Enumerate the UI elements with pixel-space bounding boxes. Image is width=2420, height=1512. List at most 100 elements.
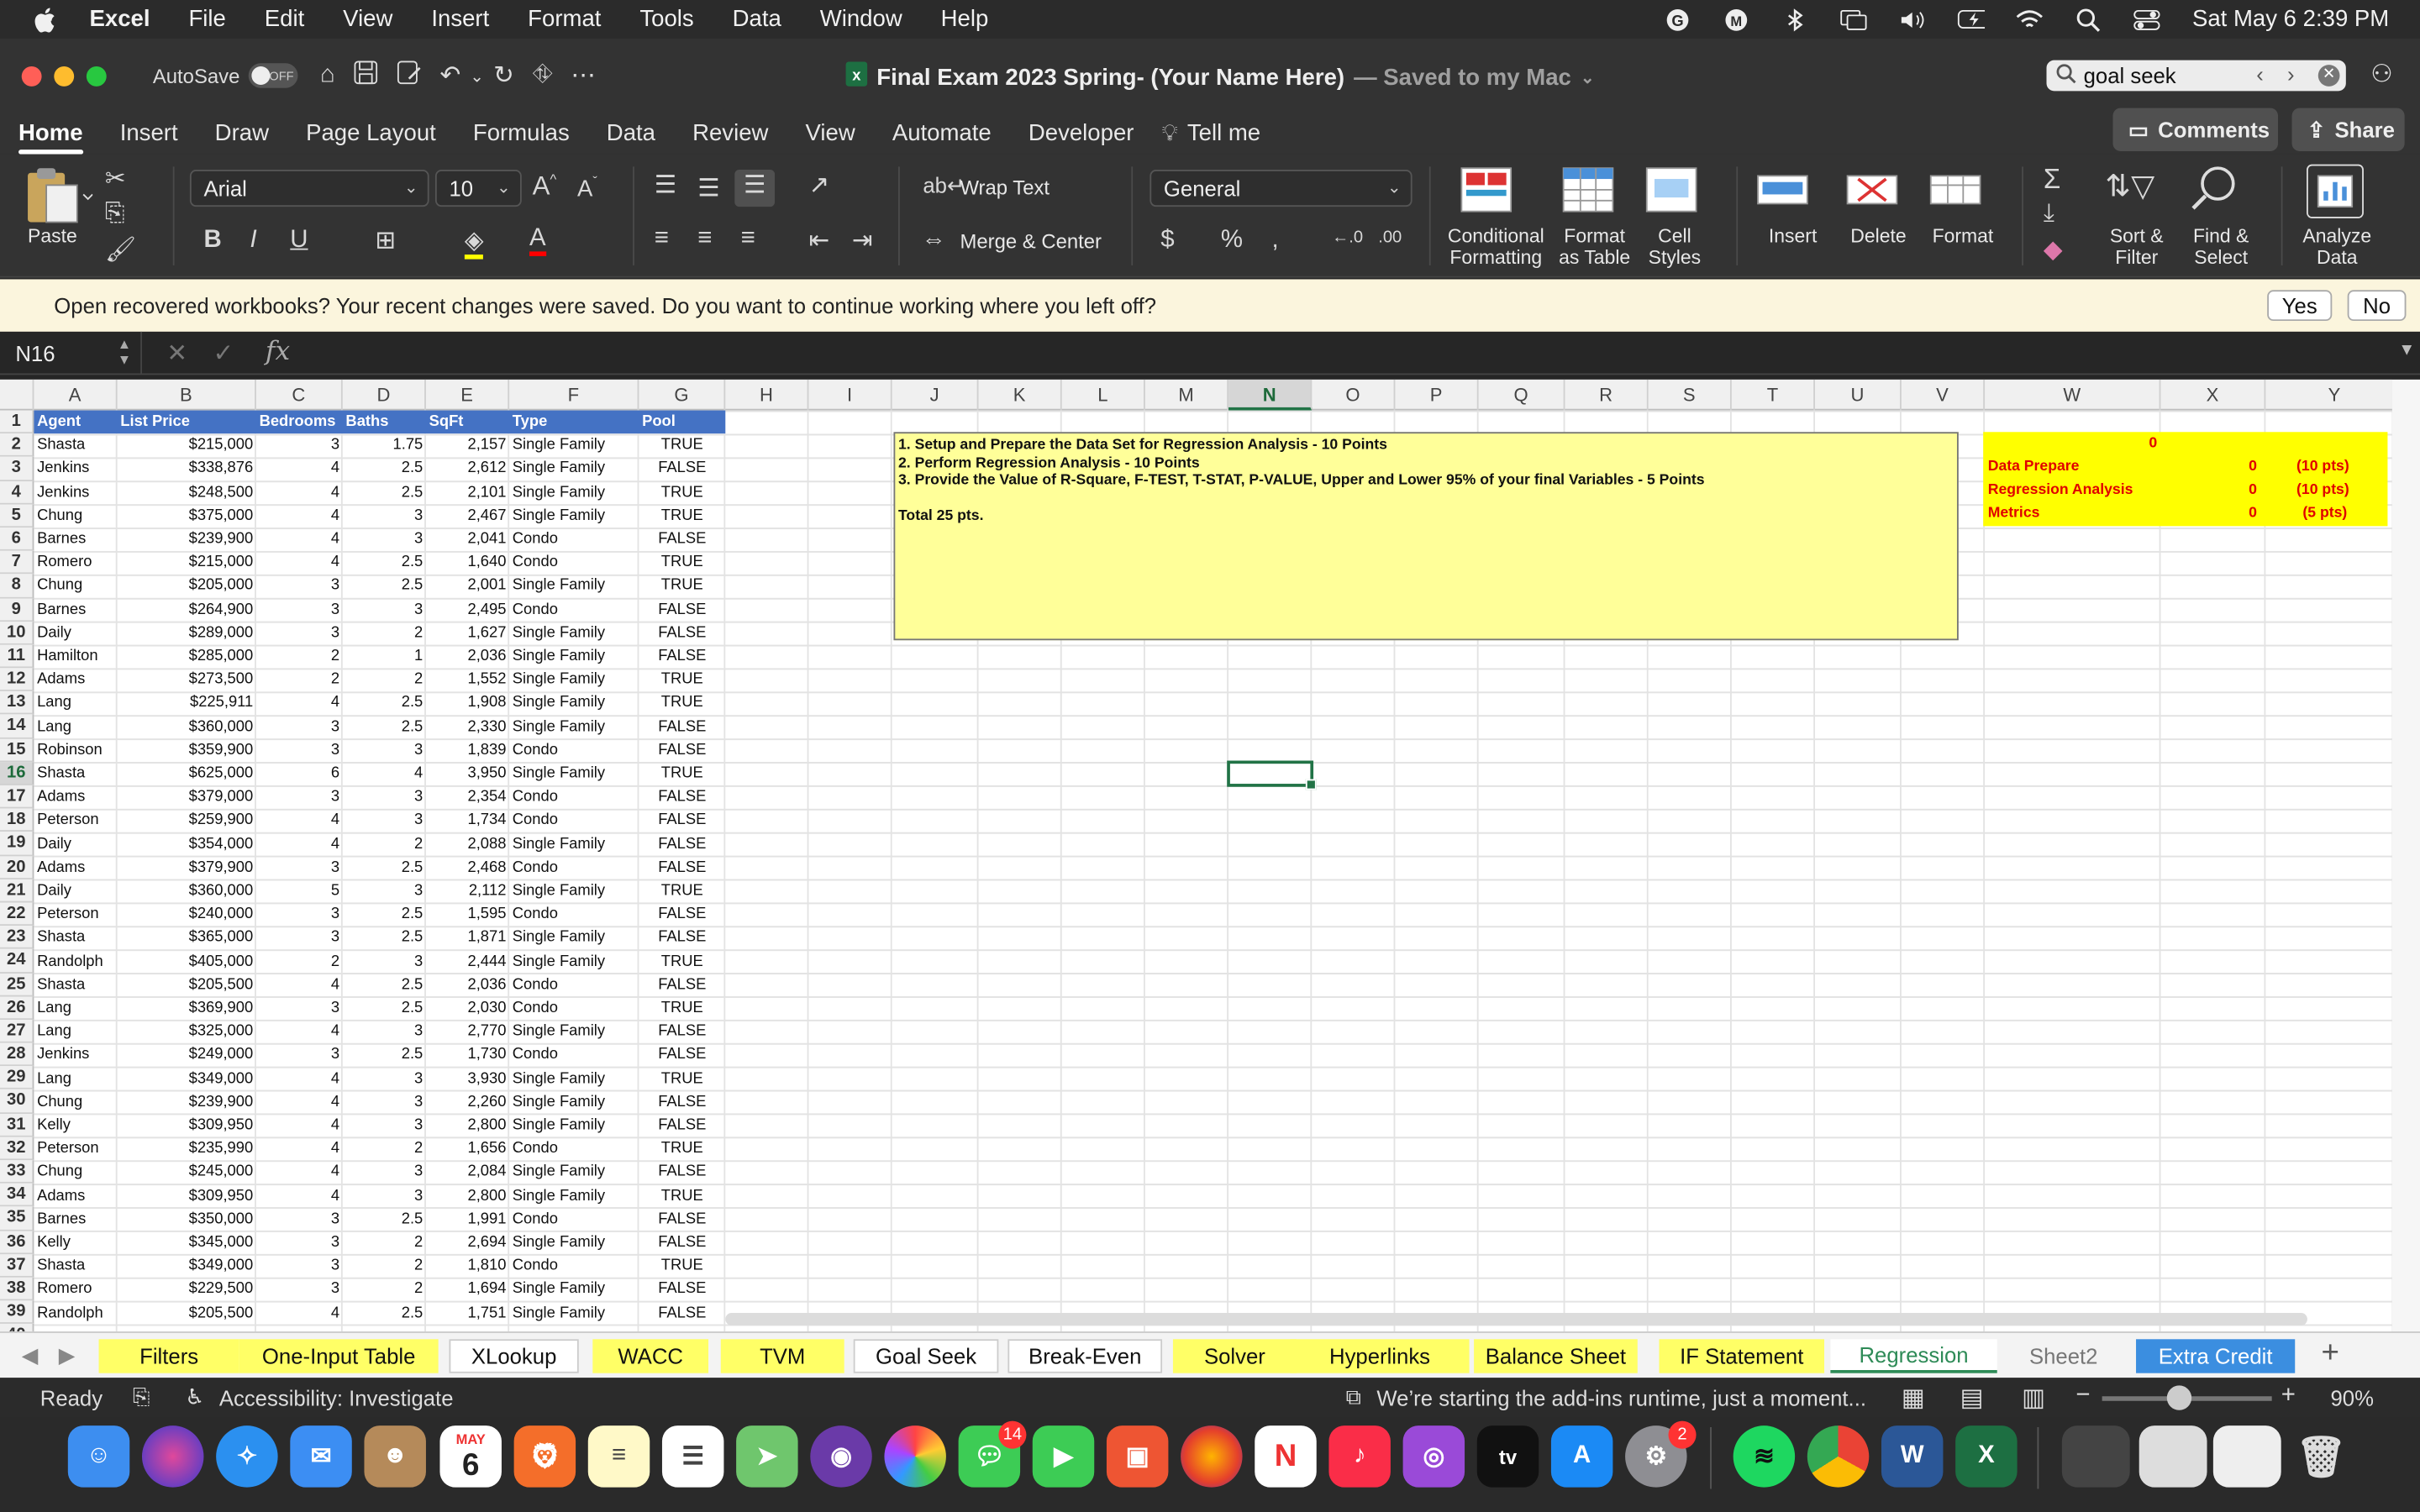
sort-filter-button[interactable]: Sort & Filter (2110, 225, 2164, 268)
column-header-t[interactable]: T (1732, 379, 1816, 411)
table-row[interactable]: Daily $360,000 5 3 2,112 Single Family TRUE (34, 879, 725, 903)
table-row[interactable]: Barnes $239,900 4 3 2,041 Condo FALSE (34, 528, 725, 551)
customize-icon[interactable]: ⛗ (533, 61, 553, 89)
cell[interactable]: 2.5 (343, 974, 426, 997)
cell[interactable]: 4 (256, 457, 343, 480)
row-header[interactable]: 21 (0, 879, 34, 903)
cell[interactable]: $215,000 (118, 551, 256, 575)
comma-format-icon[interactable]: , (1271, 227, 1278, 255)
column-header-n[interactable]: N (1228, 379, 1313, 411)
excel-icon[interactable]: X (1955, 1425, 2018, 1488)
menu-insert[interactable]: Insert (431, 0, 489, 39)
column-header-j[interactable]: J (892, 379, 979, 411)
bold-icon[interactable]: B (203, 227, 221, 255)
tab-formulas[interactable]: Formulas (473, 120, 570, 146)
cell[interactable]: 2,800 (426, 1184, 509, 1208)
cell[interactable]: $349,000 (118, 1255, 256, 1278)
column-header-f[interactable]: F (509, 379, 639, 411)
cell[interactable]: FALSE (639, 927, 725, 950)
sheet-tab-wacc[interactable]: WACC (592, 1339, 709, 1373)
chrome-icon[interactable] (1807, 1425, 1870, 1488)
tab-insert[interactable]: Insert (120, 120, 178, 146)
cell[interactable]: 2.5 (343, 1208, 426, 1231)
table-row[interactable]: Shasta $625,000 6 4 3,950 Single Family TRUE (34, 762, 725, 785)
cell[interactable]: 4 (256, 692, 343, 716)
align-bottom-icon[interactable]: ☰ (734, 170, 776, 207)
cell[interactable]: Jenkins (34, 1043, 117, 1067)
sheet-tab-filters[interactable]: Filters (98, 1339, 239, 1373)
cell[interactable]: $379,000 (118, 785, 256, 809)
cell[interactable]: FALSE (639, 715, 725, 738)
cell[interactable]: 4 (256, 504, 343, 528)
cell[interactable]: Condo (509, 974, 639, 997)
save-icon[interactable] (354, 60, 378, 92)
table-row[interactable]: Peterson $235,990 4 2 1,656 Condo TRUE (34, 1137, 725, 1161)
cell[interactable]: Single Family (509, 1067, 639, 1090)
cell[interactable]: $259,900 (118, 809, 256, 832)
cell[interactable]: FALSE (639, 856, 725, 879)
safari-icon[interactable]: ✧ (216, 1425, 278, 1488)
cell[interactable]: Condo (509, 1255, 639, 1278)
cell[interactable]: 3 (256, 1208, 343, 1231)
table-row[interactable]: Kelly $309,950 4 3 2,800 Single Family FALSE (34, 1114, 725, 1137)
sheet-tab-break-even[interactable]: Break-Even (1007, 1339, 1163, 1373)
save-as-icon[interactable] (397, 60, 421, 92)
undo-dropdown-icon[interactable]: ⌄ (470, 66, 484, 86)
cell[interactable]: Single Family (509, 645, 639, 669)
chevron-down-icon[interactable]: ⌄ (1581, 67, 1595, 87)
cell[interactable]: TRUE (639, 480, 725, 504)
battery-icon[interactable] (1958, 7, 1986, 31)
cell[interactable]: Adams (34, 669, 117, 692)
cell[interactable]: TRUE (639, 879, 725, 903)
row-header[interactable]: 29 (0, 1066, 34, 1090)
sheet-tab-one-input-table[interactable]: One-Input Table (239, 1339, 439, 1373)
siri-icon[interactable] (141, 1425, 204, 1488)
row-header[interactable]: 40 (0, 1324, 34, 1332)
music-icon[interactable]: ♪ (1328, 1425, 1391, 1488)
cell[interactable]: 3 (256, 927, 343, 950)
cell[interactable]: 1,810 (426, 1255, 509, 1278)
insert-function-icon[interactable]: fx (266, 336, 290, 367)
cell[interactable]: 3 (343, 598, 426, 622)
cell[interactable]: 2.5 (343, 903, 426, 927)
cell[interactable]: 1,552 (426, 669, 509, 692)
cell[interactable]: 2 (256, 645, 343, 669)
close-window-button[interactable] (21, 66, 42, 86)
cell[interactable]: 3 (343, 528, 426, 551)
tab-developer[interactable]: Developer (1028, 120, 1134, 146)
cell[interactable]: Daily (34, 832, 117, 856)
tell-me-search[interactable]: Tell me (1187, 120, 1260, 146)
cell[interactable]: FALSE (639, 457, 725, 480)
cell[interactable]: Adams (34, 785, 117, 809)
cell[interactable]: 2,030 (426, 997, 509, 1021)
share-button[interactable]: ⇪ Share (2291, 108, 2405, 152)
cell[interactable]: Single Family (509, 504, 639, 528)
facetime-icon[interactable]: ▶ (1032, 1425, 1095, 1488)
reminders-icon[interactable]: ☰ (661, 1425, 724, 1488)
cell[interactable]: 2,444 (426, 950, 509, 974)
cell[interactable]: 2 (256, 669, 343, 692)
cell[interactable]: 2,101 (426, 480, 509, 504)
row-header[interactable]: 19 (0, 832, 34, 856)
align-center-icon[interactable]: ≡ (697, 225, 712, 253)
cell[interactable]: 4 (256, 832, 343, 856)
news-icon[interactable]: N (1255, 1425, 1317, 1488)
row-header[interactable]: 35 (0, 1207, 34, 1231)
cell[interactable]: 2.5 (343, 856, 426, 879)
cell[interactable]: Peterson (34, 1137, 117, 1161)
row-header[interactable]: 26 (0, 995, 34, 1020)
table-row[interactable]: Adams $379,900 3 2.5 2,468 Condo FALSE (34, 856, 725, 879)
undo-icon[interactable]: ↶ (440, 60, 461, 92)
menu-app-name[interactable]: Excel (90, 0, 150, 39)
row-header[interactable]: 12 (0, 668, 34, 692)
font-name-select[interactable]: Arial ⌄ (189, 170, 429, 207)
row-header[interactable]: 20 (0, 855, 34, 879)
paste-icon[interactable] (22, 166, 93, 225)
cell[interactable]: 1 (343, 645, 426, 669)
cell[interactable]: $205,500 (118, 1301, 256, 1325)
format-cells-button[interactable]: Format (1933, 225, 1994, 247)
cell[interactable]: $215,000 (118, 433, 256, 457)
row-header[interactable]: 11 (0, 644, 34, 669)
cell[interactable]: Chung (34, 1090, 117, 1114)
table-row[interactable]: Chung $375,000 4 3 2,467 Single Family TRUE (34, 504, 725, 528)
